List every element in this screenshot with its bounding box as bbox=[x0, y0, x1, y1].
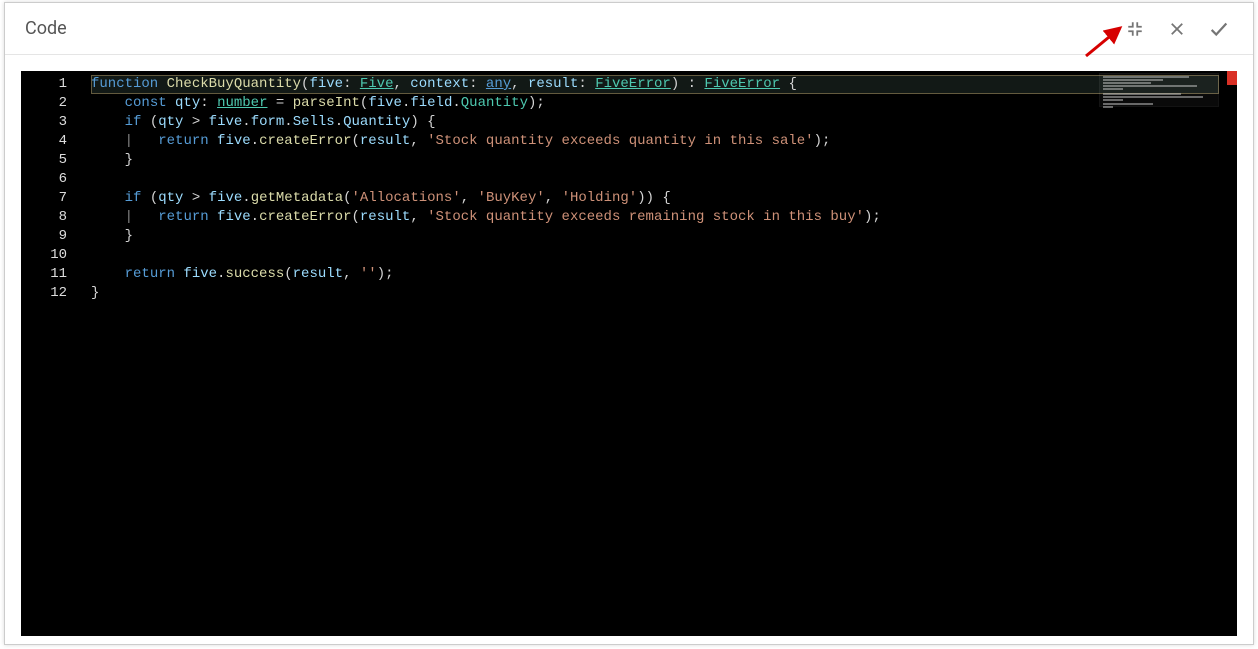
line-number: 1 bbox=[21, 75, 85, 94]
code-line[interactable]: | return five.createError(result, 'Stock… bbox=[91, 208, 1219, 227]
code-editor[interactable]: 123456789101112 function CheckBuyQuantit… bbox=[21, 71, 1237, 636]
line-number: 2 bbox=[21, 94, 85, 113]
line-number: 7 bbox=[21, 189, 85, 208]
code-dialog: Code 123456789101112 function CheckBuyQu… bbox=[4, 2, 1254, 645]
code-line[interactable]: function CheckBuyQuantity(five: Five, co… bbox=[91, 75, 1219, 94]
line-number-gutter: 123456789101112 bbox=[21, 71, 85, 636]
close-icon bbox=[1168, 20, 1186, 38]
minimap[interactable] bbox=[1099, 73, 1219, 107]
dialog-header: Code bbox=[5, 3, 1253, 55]
line-number: 5 bbox=[21, 151, 85, 170]
confirm-button[interactable] bbox=[1201, 11, 1237, 47]
check-icon bbox=[1208, 18, 1230, 40]
code-line[interactable]: if (qty > five.getMetadata('Allocations'… bbox=[91, 189, 1219, 208]
code-line[interactable]: } bbox=[91, 151, 1219, 170]
line-number: 12 bbox=[21, 284, 85, 303]
error-marker bbox=[1227, 71, 1237, 85]
code-line[interactable]: return five.success(result, ''); bbox=[91, 265, 1219, 284]
code-area[interactable]: function CheckBuyQuantity(five: Five, co… bbox=[91, 71, 1219, 636]
code-line[interactable]: | return five.createError(result, 'Stock… bbox=[91, 132, 1219, 151]
overview-ruler[interactable] bbox=[1223, 71, 1237, 636]
dialog-title: Code bbox=[25, 18, 1111, 39]
line-number: 4 bbox=[21, 132, 85, 151]
code-line[interactable]: const qty: number = parseInt(five.field.… bbox=[91, 94, 1219, 113]
code-line[interactable] bbox=[91, 246, 1219, 265]
line-number: 8 bbox=[21, 208, 85, 227]
collapse-icon bbox=[1126, 20, 1144, 38]
code-line[interactable] bbox=[91, 170, 1219, 189]
code-line[interactable]: } bbox=[91, 227, 1219, 246]
line-number: 10 bbox=[21, 246, 85, 265]
collapse-button[interactable] bbox=[1117, 11, 1153, 47]
line-number: 9 bbox=[21, 227, 85, 246]
code-line[interactable]: if (qty > five.form.Sells.Quantity) { bbox=[91, 113, 1219, 132]
line-number: 11 bbox=[21, 265, 85, 284]
line-number: 6 bbox=[21, 170, 85, 189]
line-number: 3 bbox=[21, 113, 85, 132]
code-line[interactable]: } bbox=[91, 284, 1219, 303]
close-button[interactable] bbox=[1159, 11, 1195, 47]
